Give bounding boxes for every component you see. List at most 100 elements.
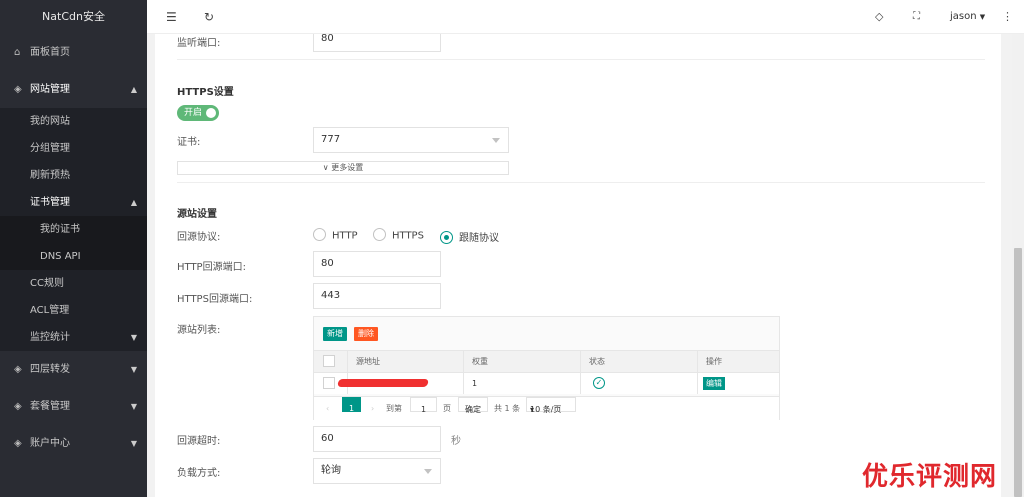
watermark: 优乐评测网: [862, 462, 998, 492]
nav-dashboard-label: 面板首页: [30, 47, 70, 58]
nav-plans[interactable]: ◈ 套餐管理 ▼: [0, 388, 147, 425]
caret-down-icon: ▼: [130, 439, 137, 448]
cert-submenu: 我的证书 DNS API: [0, 216, 147, 270]
settings-card: 监听端口: 80 HTTPS设置 开启 证书: 777 ∨ 更多设置 源站设置 …: [155, 34, 1001, 497]
page-size-select[interactable]: 10 条/页 ▾: [526, 397, 576, 414]
table-row: 1 ✓ 编辑: [314, 372, 779, 394]
table-header: 源地址 权重 状态 操作: [314, 350, 779, 372]
total-count: 共 1 条: [494, 404, 521, 413]
cube-icon: ◈: [14, 438, 22, 449]
select-all-checkbox[interactable]: [323, 355, 335, 367]
page-current[interactable]: 1: [342, 397, 361, 413]
origin-list-label: 源站列表:: [177, 325, 221, 336]
listen-port-input[interactable]: 80: [313, 34, 441, 52]
col-address: 源地址: [347, 351, 463, 372]
protocol-label: 回源协议:: [177, 232, 221, 243]
cert-label: 证书:: [177, 137, 201, 148]
goto-confirm-button[interactable]: 确定: [458, 397, 488, 414]
pagination: ‹ 1 › 到第 1 页 确定 共 1 条 10 条/页 ▾: [314, 396, 779, 420]
radio-follow[interactable]: 跟随协议: [440, 229, 499, 245]
timeout-unit: 秒: [451, 436, 461, 447]
goto-label: 到第: [386, 404, 402, 413]
tag-icon[interactable]: ◇: [875, 0, 883, 34]
row-status: ✓: [580, 373, 697, 394]
http-port-input[interactable]: 80: [313, 251, 441, 277]
scrollbar[interactable]: [1012, 34, 1024, 497]
col-action: 操作: [697, 351, 779, 372]
refresh-icon[interactable]: ↻: [204, 0, 214, 34]
nav-l4-label: 四层转发: [30, 364, 70, 375]
divider: [177, 59, 985, 60]
chevron-down-icon: ▼: [979, 13, 986, 21]
add-button[interactable]: 新增: [323, 327, 347, 341]
nav-my-certs[interactable]: 我的证书: [0, 216, 147, 243]
nav-cert-management[interactable]: 证书管理 ▲: [0, 189, 147, 216]
nav-group-management[interactable]: 分组管理: [0, 135, 147, 162]
fullscreen-icon[interactable]: ⛶: [913, 0, 920, 34]
more-vertical-icon[interactable]: ⋮: [1002, 0, 1013, 34]
origin-table: 新增 删除 源地址 权重 状态 操作 1 ✓ 编辑 ‹ 1 › 到第 1 页 确…: [313, 316, 780, 420]
more-settings-label: 更多设置: [331, 163, 364, 172]
nav-refresh-preheat[interactable]: 刷新预热: [0, 162, 147, 189]
nav-account[interactable]: ◈ 账户中心 ▼: [0, 425, 147, 462]
switch-label: 开启: [184, 108, 203, 118]
radio-circle: [440, 230, 453, 244]
timeout-label: 回源超时:: [177, 436, 221, 447]
edit-button[interactable]: 编辑: [703, 377, 725, 390]
nav-site-management[interactable]: ◈ 网站管理 ▲: [0, 71, 147, 108]
row-address: [337, 373, 463, 394]
caret-up-icon: ▲: [130, 85, 137, 94]
radio-http-label: HTTP: [332, 230, 358, 242]
radio-http[interactable]: HTTP: [313, 228, 358, 242]
nav-monitor-label: 监控统计: [30, 332, 70, 343]
nav-plans-label: 套餐管理: [30, 401, 70, 412]
row-action: 编辑: [697, 373, 779, 394]
lb-select[interactable]: 轮询: [313, 458, 441, 484]
check-circle-icon: ✓: [593, 377, 605, 389]
page-unit: 页: [443, 404, 451, 413]
nav-dashboard[interactable]: ⌂ 面板首页: [0, 34, 147, 71]
https-port-input[interactable]: 443: [313, 283, 441, 309]
menu-toggle-icon[interactable]: ☰: [166, 0, 177, 34]
radio-https[interactable]: HTTPS: [373, 228, 424, 242]
nav-account-label: 账户中心: [30, 438, 70, 449]
caret-down-icon: ▼: [130, 365, 137, 374]
nav-acl[interactable]: ACL管理: [0, 297, 147, 324]
radio-circle: [373, 228, 386, 241]
delete-button[interactable]: 删除: [354, 327, 378, 341]
origin-section-title: 源站设置: [177, 209, 217, 220]
lb-select-value: 轮询: [321, 465, 341, 476]
nav-cc-rules[interactable]: CC规则: [0, 270, 147, 297]
redaction-mark: [337, 379, 429, 387]
home-icon: ⌂: [14, 47, 21, 58]
site-management-submenu: 我的网站 分组管理 刷新预热 证书管理 ▲ 我的证书 DNS API CC规则 …: [0, 108, 147, 351]
nav-site-management-label: 网站管理: [30, 84, 70, 95]
row-checkbox[interactable]: [323, 377, 335, 389]
nav-l4-forward[interactable]: ◈ 四层转发 ▼: [0, 351, 147, 388]
scrollbar-thumb[interactable]: [1014, 248, 1022, 497]
main-content: 监听端口: 80 HTTPS设置 开启 证书: 777 ∨ 更多设置 源站设置 …: [147, 34, 1012, 497]
username: jason: [950, 11, 977, 22]
prev-page-icon[interactable]: ‹: [326, 397, 329, 421]
cube-icon: ◈: [14, 364, 22, 375]
switch-knob: [206, 108, 216, 118]
radio-circle: [313, 228, 326, 241]
more-settings-toggle[interactable]: ∨ 更多设置: [177, 161, 509, 175]
nav-monitor[interactable]: 监控统计 ▼: [0, 324, 147, 351]
row-weight: 1: [463, 373, 580, 394]
radio-https-label: HTTPS: [392, 230, 424, 242]
origin-table-grid: 源地址 权重 状态 操作 1 ✓ 编辑: [314, 350, 779, 394]
nav-dns-api[interactable]: DNS API: [0, 243, 147, 270]
https-switch[interactable]: 开启: [177, 105, 219, 121]
goto-page-input[interactable]: 1: [410, 397, 437, 414]
http-port-label: HTTP回源端口:: [177, 262, 246, 273]
user-menu[interactable]: jason ▼: [950, 0, 985, 34]
caret-down-icon: ▼: [130, 402, 137, 411]
listen-port-label: 监听端口:: [177, 38, 221, 49]
timeout-input[interactable]: 60: [313, 426, 441, 452]
cert-select[interactable]: 777: [313, 127, 509, 153]
caret-down-icon: ▼: [130, 333, 137, 342]
nav-my-sites[interactable]: 我的网站: [0, 108, 147, 135]
chevron-down-icon: ∨: [322, 163, 329, 172]
next-page-icon[interactable]: ›: [371, 397, 374, 421]
